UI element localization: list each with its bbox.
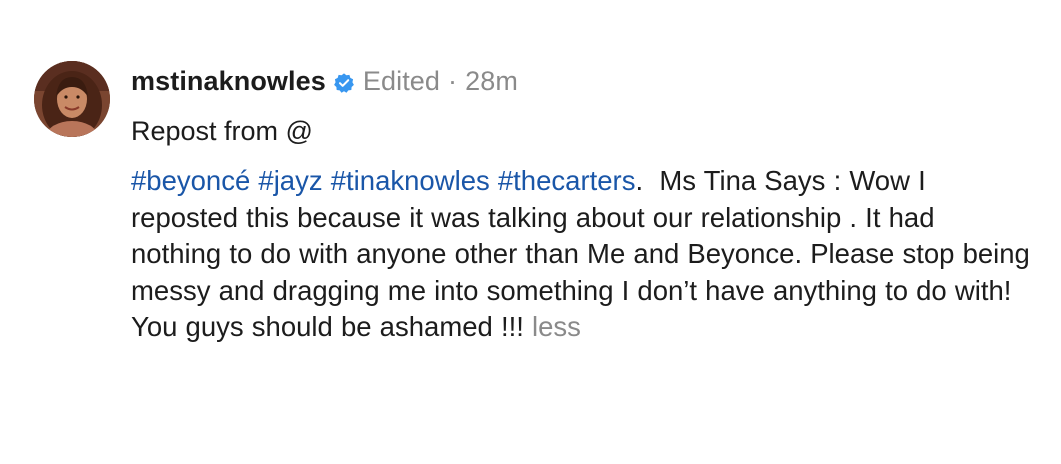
verified-badge-icon: [333, 70, 355, 93]
post-content: mstinaknowles Edited · 28m Repost from @…: [131, 58, 1031, 346]
hashtag-period: .: [635, 165, 644, 196]
less-button[interactable]: less: [532, 311, 581, 342]
hashtag-jayz[interactable]: #jayz: [258, 165, 322, 196]
avatar[interactable]: [34, 61, 110, 137]
avatar-image: [34, 61, 110, 137]
meta-separator: ·: [448, 65, 458, 96]
hashtag-beyonce[interactable]: #beyoncé: [131, 165, 250, 196]
username[interactable]: mstinaknowles: [131, 66, 326, 97]
hashtag-thecarters[interactable]: #thecarters: [498, 165, 636, 196]
edited-label: Edited: [362, 65, 441, 96]
post-header: mstinaknowles Edited · 28m: [131, 58, 1031, 104]
caption: #beyoncé #jayz #tinaknowles #thecarters.…: [131, 163, 1031, 346]
timestamp[interactable]: 28m: [465, 66, 518, 97]
hashtag-tinaknowles[interactable]: #tinaknowles: [331, 165, 490, 196]
repost-line: Repost from @: [131, 116, 313, 146]
